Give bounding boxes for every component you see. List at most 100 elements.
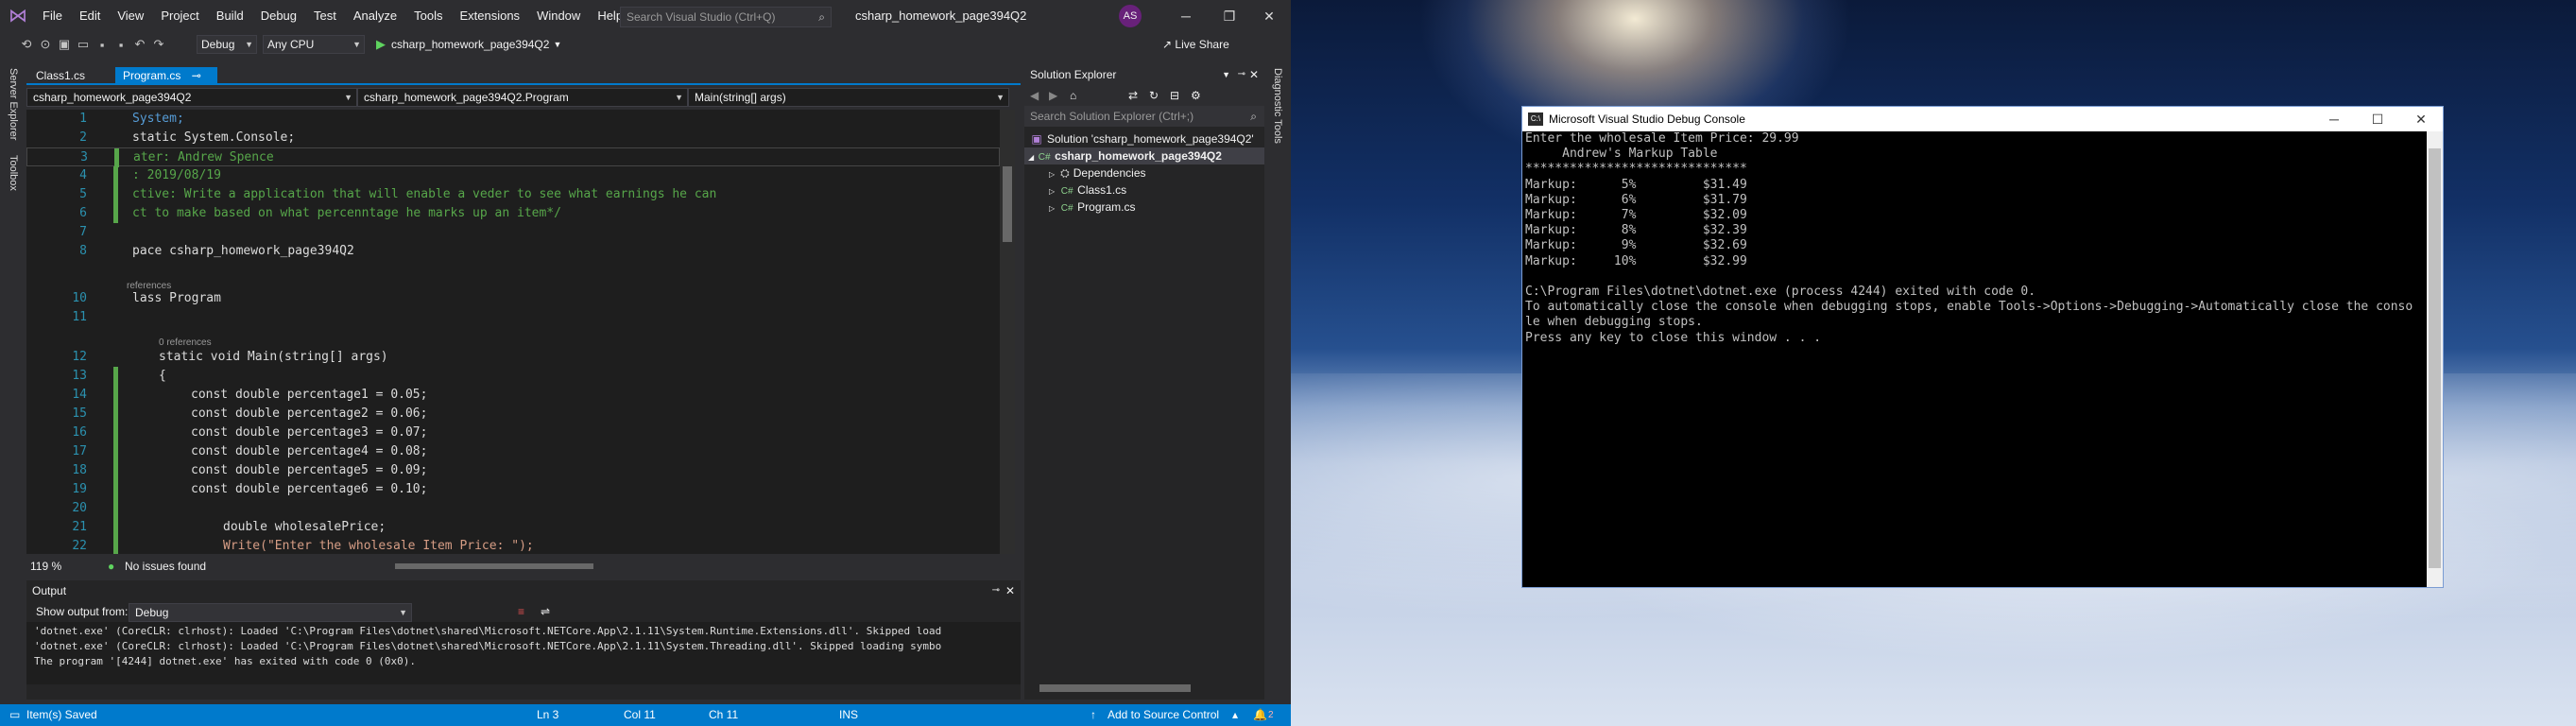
code-line: 4: 2019/08/19: [26, 166, 1000, 185]
code-line: 14 const double percentage1 = 0.05;: [26, 386, 1000, 405]
menu-tools[interactable]: Tools: [405, 0, 451, 32]
change-marker: [113, 442, 118, 461]
horizontal-scrollbar[interactable]: [395, 563, 593, 569]
maximize-button[interactable]: ☐: [2356, 107, 2399, 131]
zoom-level[interactable]: 119 %: [30, 556, 61, 577]
home-icon[interactable]: ⌂: [1070, 85, 1076, 106]
server-explorer-tab[interactable]: Server Explorer: [8, 68, 19, 140]
member-dropdown[interactable]: Main(string[] args) ▼: [688, 88, 1009, 107]
forward-icon[interactable]: ⊙: [36, 37, 55, 52]
change-marker: [113, 480, 118, 499]
line-number: 18: [72, 463, 87, 477]
menu-file[interactable]: File: [34, 0, 71, 32]
collapsed-icon: ▷: [1049, 204, 1056, 213]
settings-icon[interactable]: ⚙: [1191, 85, 1201, 106]
close-icon[interactable]: ✕: [1249, 64, 1259, 85]
scrollbar-thumb[interactable]: [1003, 166, 1012, 242]
standard-toolbar: ⟲ ⊙ ▣ ▭ ▪ ▪ ↶ ↷ Debug ▼ Any CPU ▼ ▶ csharp…: [0, 32, 1291, 57]
minimize-button[interactable]: ─: [2312, 107, 2356, 131]
menu-debug[interactable]: Debug: [252, 0, 305, 32]
avatar[interactable]: AS: [1119, 5, 1142, 27]
document-tabs: Class1.cs Program.cs ⊸ ✕: [26, 64, 1021, 100]
chevron-down-icon: ▼: [553, 40, 562, 49]
restore-button[interactable]: ❐: [1208, 0, 1251, 32]
menu-analyze[interactable]: Analyze: [345, 0, 405, 32]
tab-program[interactable]: Program.cs ⊸ ✕: [115, 67, 217, 100]
console-line: Markup: 10% $32.99: [1525, 253, 1747, 268]
program-label: Program.cs: [1077, 200, 1136, 214]
editor-scrollbar[interactable]: [1000, 110, 1015, 554]
redo-icon[interactable]: ↷: [149, 37, 168, 52]
menu-build[interactable]: Build: [208, 0, 252, 32]
console-output: Enter the wholesale Item Price: 29.99 An…: [1522, 131, 2428, 587]
back-icon[interactable]: ◀: [1030, 85, 1039, 106]
solution-icon: ▣: [1031, 132, 1042, 146]
change-marker: [113, 405, 118, 424]
start-debugging-button[interactable]: ▶ csharp_homework_page394Q2 ▼: [376, 37, 561, 52]
change-marker: [113, 499, 118, 518]
collapse-all-icon[interactable]: ⊟: [1170, 85, 1179, 106]
run-target-label: csharp_homework_page394Q2: [391, 38, 550, 51]
pin-icon[interactable]: ⊸: [192, 69, 201, 82]
word-wrap-icon[interactable]: ⇌: [541, 601, 550, 622]
close-icon[interactable]: ✕: [1005, 580, 1015, 601]
open-icon[interactable]: ▭: [74, 37, 93, 52]
console-scrollbar[interactable]: [2427, 131, 2443, 587]
tab-class1[interactable]: Class1.cs: [28, 67, 93, 85]
new-project-icon[interactable]: ▣: [55, 37, 74, 52]
code-text: const double percentage2 = 0.06;: [191, 406, 428, 421]
code-editor[interactable]: 1 System; 2 static System.Console; 3 ater: …: [26, 110, 1015, 554]
tree-item-class1[interactable]: ▷ C# Class1.cs: [1024, 182, 1264, 199]
code-text: ater: Andrew Spence: [133, 150, 274, 164]
menu-test[interactable]: Test: [305, 0, 345, 32]
notifications-icon[interactable]: 🔔: [1253, 704, 1267, 726]
menu-edit[interactable]: Edit: [71, 0, 109, 32]
sync-icon[interactable]: ⇄: [1128, 85, 1138, 106]
menu-view[interactable]: View: [109, 0, 152, 32]
toolbox-tab[interactable]: Toolbox: [8, 155, 19, 191]
issues-status[interactable]: No issues found: [125, 556, 206, 577]
code-text: double wholesalePrice;: [223, 520, 386, 534]
close-button[interactable]: ✕: [1247, 0, 1291, 32]
code-text: Write("Enter the wholesale Item Price: "…: [223, 539, 534, 553]
live-share-button[interactable]: ↗ Live Share: [1162, 38, 1229, 51]
solution-search-input[interactable]: Search Solution Explorer (Ctrl+;) ⌕: [1024, 106, 1264, 127]
status-message: Item(s) Saved: [26, 708, 97, 721]
status-bar: ▭ Item(s) Saved Ln 3 Col 11 Ch 11 INS ↑ …: [0, 704, 1291, 726]
search-input[interactable]: Search Visual Studio (Ctrl+Q) ⌕: [620, 7, 832, 27]
chevron-down-icon[interactable]: ▼: [1222, 64, 1230, 85]
scrollbar-thumb[interactable]: [2429, 148, 2441, 568]
forward-icon[interactable]: ▶: [1049, 85, 1057, 106]
minimize-button[interactable]: ─: [1164, 0, 1208, 32]
close-button[interactable]: ✕: [2399, 107, 2443, 131]
project-dropdown[interactable]: csharp_homework_page394Q2 ▼: [26, 88, 357, 107]
menu-window[interactable]: Window: [528, 0, 589, 32]
save-icon[interactable]: ▪: [93, 38, 112, 52]
diagnostic-tools-tab[interactable]: Diagnostic Tools: [1272, 68, 1283, 144]
back-icon[interactable]: ⟲: [17, 37, 36, 52]
menu-project[interactable]: Project: [152, 0, 207, 32]
add-to-source-control-button[interactable]: Add to Source Control: [1108, 704, 1219, 726]
code-text: static void Main(string[] args): [159, 350, 388, 364]
undo-icon[interactable]: ↶: [130, 37, 149, 52]
tree-item-program[interactable]: ▷ C# Program.cs: [1024, 199, 1264, 216]
tree-item-project[interactable]: ◢ C# csharp_homework_page394Q2: [1024, 147, 1264, 164]
code-line: 11: [26, 308, 1000, 327]
platform-select[interactable]: Any CPU ▼: [263, 35, 365, 54]
tree-item-solution[interactable]: ▣ Solution 'csharp_homework_page394Q2': [1024, 130, 1264, 147]
clear-all-icon[interactable]: ≡: [518, 601, 524, 622]
pin-icon[interactable]: ⊸: [1238, 64, 1245, 85]
console-app-icon: C:\: [1528, 112, 1543, 126]
solution-horizontal-scrollbar[interactable]: [1039, 684, 1191, 692]
configuration-select[interactable]: Debug ▼: [197, 35, 257, 54]
tree-item-dependencies[interactable]: ▷ ⛭ Dependencies: [1024, 164, 1264, 182]
project-dropdown-value: csharp_homework_page394Q2: [33, 91, 192, 104]
class-dropdown[interactable]: csharp_homework_page394Q2.Program ▼: [357, 88, 688, 107]
output-source-select[interactable]: Debug ▼: [129, 603, 412, 622]
refresh-icon[interactable]: ↻: [1149, 85, 1159, 106]
menu-extensions[interactable]: Extensions: [451, 0, 528, 32]
code-line: 16 const double percentage3 = 0.07;: [26, 424, 1000, 442]
save-all-icon[interactable]: ▪: [112, 38, 130, 52]
pin-icon[interactable]: ⊸: [992, 580, 1000, 601]
